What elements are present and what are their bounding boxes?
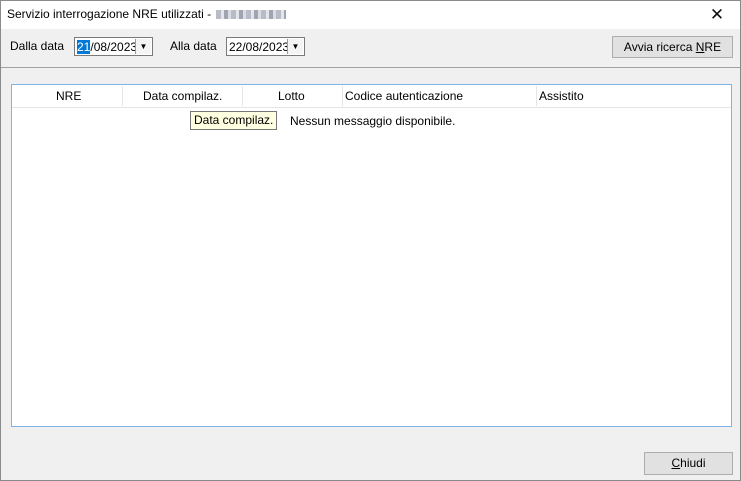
window-close-button[interactable]: ✕ (694, 1, 740, 29)
search-nre-button[interactable]: Avvia ricerca NRE (612, 36, 733, 58)
column-divider[interactable] (122, 86, 123, 106)
from-date-value[interactable]: 21/08/2023 (77, 40, 137, 54)
title-bar: Servizio interrogazione NRE utilizzati -… (1, 1, 740, 29)
to-date-picker[interactable]: 22/08/2023 ▼ (226, 37, 305, 56)
window-title-text: Servizio interrogazione NRE utilizzati - (7, 7, 212, 21)
redacted-name (216, 10, 287, 20)
column-header-codice-autenticazione[interactable]: Codice autenticazione (345, 85, 463, 107)
column-tooltip: Data compilaz. (190, 111, 278, 130)
to-date-value[interactable]: 22/08/2023 (229, 40, 289, 54)
dialog-window: Servizio interrogazione NRE utilizzati -… (0, 0, 741, 481)
from-date-label: Dalla data (10, 39, 65, 53)
column-header-nre[interactable]: NRE (56, 85, 81, 107)
toolbar-separator (1, 67, 740, 68)
from-date-picker[interactable]: 21/08/2023 ▼ (74, 37, 153, 56)
column-header-data-compilaz[interactable]: Data compilaz. (143, 85, 222, 107)
column-header-assistito[interactable]: Assistito (539, 85, 584, 107)
column-header-lotto[interactable]: Lotto (278, 85, 305, 107)
column-divider[interactable] (536, 86, 537, 106)
column-divider[interactable] (342, 86, 343, 106)
from-date-dropdown-icon[interactable]: ▼ (135, 39, 151, 54)
column-divider[interactable] (242, 86, 243, 106)
to-date-label: Alla data (170, 39, 217, 53)
window-title: Servizio interrogazione NRE utilizzati - (7, 7, 287, 21)
empty-list-message: Nessun messaggio disponibile. (290, 114, 456, 128)
to-date-dropdown-icon[interactable]: ▼ (287, 39, 303, 54)
nre-list[interactable]: NRE Data compilaz. Lotto Codice autentic… (11, 84, 732, 427)
list-header: NRE Data compilaz. Lotto Codice autentic… (12, 85, 731, 108)
close-button[interactable]: Chiudi (644, 452, 733, 475)
